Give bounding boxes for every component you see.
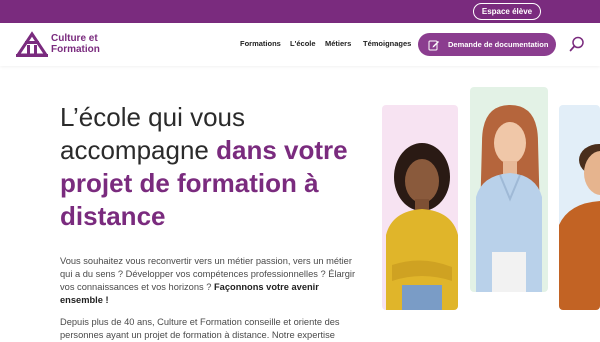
hero-paragraph-2: Depuis plus de 40 ans, Culture et Format… (60, 317, 340, 340)
photo-card-man-orange-sweater (559, 105, 600, 310)
documentation-request-button[interactable]: Demande de documentation (418, 33, 556, 56)
photo-card-woman-yellow-sweater (382, 105, 458, 310)
brand-line-1: Culture et (51, 33, 98, 44)
hero-title-accent-3: distance (60, 201, 166, 231)
logo-icon (16, 31, 48, 57)
documentation-request-label: Demande de documentation (448, 40, 549, 49)
hero-paragraph-1: Vous souhaitez vous reconvertir vers un … (60, 255, 360, 307)
nav-lecole[interactable]: L'école (290, 39, 316, 48)
hero-title: L’école qui vous accompagne dans votre p… (60, 101, 380, 233)
nav-temoignages[interactable]: Témoignages (363, 39, 411, 48)
brand-name: Culture et Formation (51, 33, 100, 55)
woman-blue-shirt-illustration (476, 105, 542, 292)
hero-title-line-2-plain: accompagne (60, 135, 217, 165)
nav-metiers[interactable]: Métiers (325, 39, 351, 48)
man-orange-sweater-illustration (559, 144, 600, 310)
hero-title-accent-2: projet de formation à (60, 168, 319, 198)
logo[interactable]: Culture et Formation (16, 31, 100, 57)
photo-card-woman-blue-shirt (470, 87, 548, 292)
top-bar: Espace élève (0, 0, 600, 23)
hero-title-line-1: L’école qui vous (60, 102, 246, 132)
search-icon[interactable] (569, 36, 585, 52)
hero-title-accent-1: dans votre (216, 135, 348, 165)
nav-formations[interactable]: Formations (240, 39, 281, 48)
woman-yellow-sweater-illustration (386, 143, 458, 310)
edit-icon (428, 40, 439, 50)
main-header: Culture et Formation Formations L'école … (0, 23, 600, 66)
espace-eleve-button[interactable]: Espace élève (473, 3, 541, 20)
brand-line-2: Formation (51, 44, 100, 55)
